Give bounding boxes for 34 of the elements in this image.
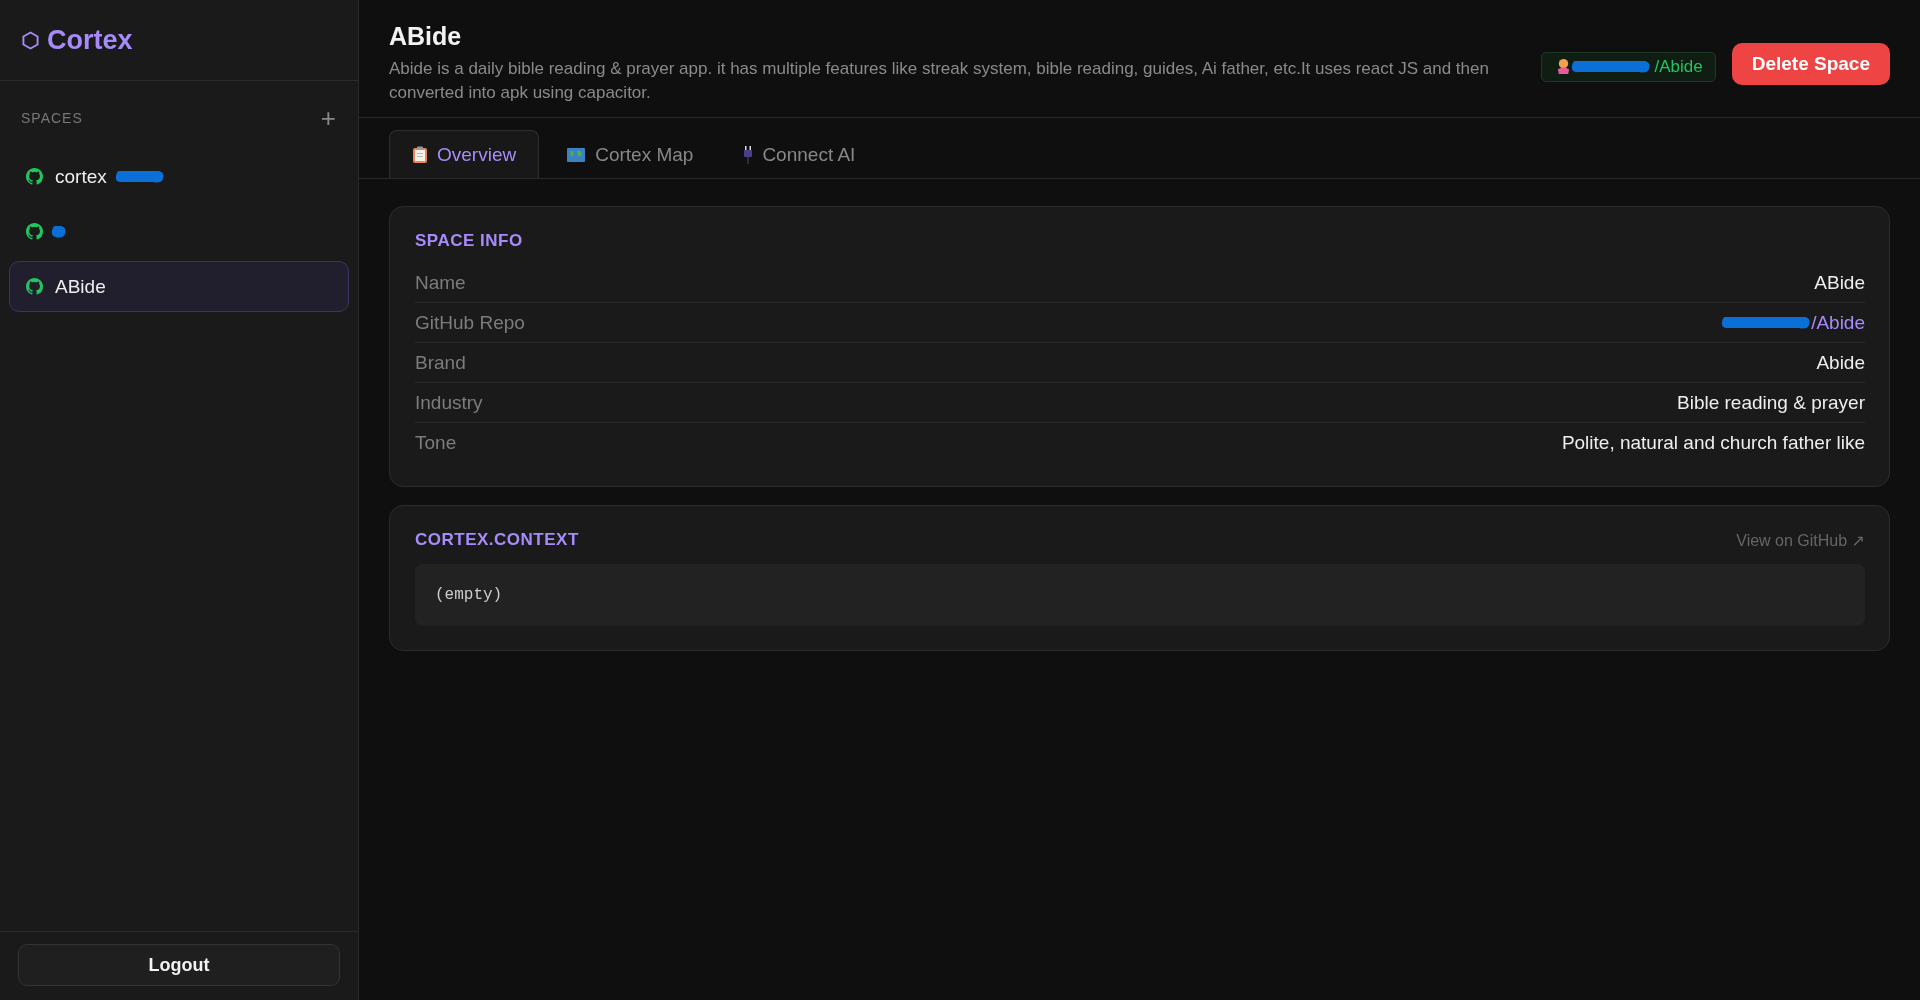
field-label: Industry: [415, 391, 483, 414]
field-value: Bible reading & prayer: [1677, 391, 1865, 414]
github-icon: [26, 223, 43, 240]
map-icon: [566, 146, 587, 163]
plug-icon: [743, 145, 754, 164]
logout-button[interactable]: Logout: [18, 944, 340, 986]
tab[interactable]: Cortex Map: [543, 130, 717, 178]
field-value: Abide: [1816, 351, 1865, 374]
app-logo: Cortex: [47, 24, 133, 56]
field-label: GitHub Repo: [415, 311, 525, 334]
repo-badge[interactable]: /Abide: [1540, 51, 1716, 82]
github-icon: [26, 168, 43, 185]
github-icon: [26, 278, 43, 295]
context-content: (empty): [415, 564, 1865, 626]
field-label: Name: [415, 271, 466, 294]
section-label: SPACES: [21, 110, 83, 126]
field-label: Tone: [415, 431, 457, 454]
delete-space-button[interactable]: Delete Space: [1731, 42, 1890, 85]
space-item[interactable]: cortex: [9, 151, 349, 202]
space-item[interactable]: ABide: [9, 261, 349, 312]
field-value: Polite, natural and church father like: [1561, 431, 1865, 454]
field-label: Brand: [415, 351, 466, 374]
card-title: SPACE INFO: [415, 231, 524, 251]
tab[interactable]: Overview: [389, 130, 540, 178]
avatar-icon: [1555, 58, 1571, 75]
card-title: CORTEX.CONTEXT: [415, 530, 579, 550]
hexagon-icon: [22, 30, 39, 50]
space-description: Abide is a daily bible reading & prayer app. it has multiple features like streak system, bible reading, guides, Ai father, etc.It uses react JS and then converted into apk using capacitor.: [389, 58, 1490, 104]
clipboard-icon: [412, 145, 428, 164]
repo-link[interactable]: /Abide: [1811, 311, 1865, 334]
field-value: ABide: [1814, 271, 1865, 294]
add-space-button[interactable]: +: [320, 105, 336, 131]
space-title: ABide: [389, 22, 463, 51]
tab[interactable]: Connect AI: [720, 130, 879, 178]
